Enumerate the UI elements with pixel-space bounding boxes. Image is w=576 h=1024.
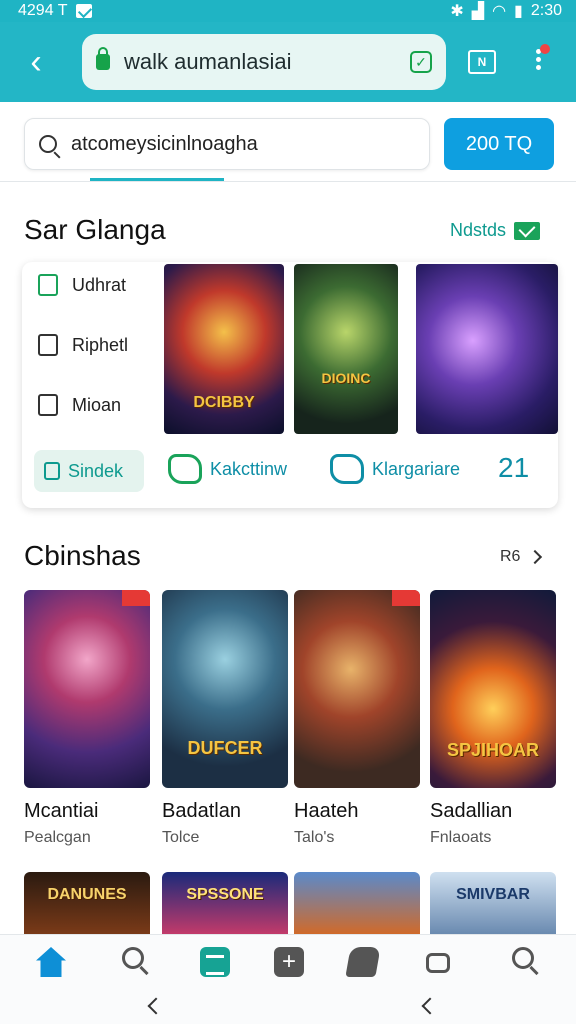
featured-game-image[interactable]: DCIBBY xyxy=(164,264,284,434)
game-image xyxy=(24,590,150,788)
search-query: atcomeysicinlnoagha xyxy=(71,132,258,155)
game-image: SPJIHOAR xyxy=(430,590,556,788)
selected-menu-item[interactable]: Sindek xyxy=(34,450,144,492)
game-image: DUFCER xyxy=(162,590,288,788)
battery-icon: ▮ xyxy=(514,3,523,20)
url-text: walk aumanlasiai xyxy=(124,49,292,74)
game-card[interactable]: Haateh Talo's xyxy=(294,590,420,847)
wifi-icon: ◠ xyxy=(492,3,507,20)
mail-check-icon xyxy=(514,221,541,240)
game-icon[interactable] xyxy=(345,947,381,977)
divider xyxy=(0,181,576,182)
search-icon xyxy=(39,135,57,153)
lock-icon xyxy=(96,47,110,70)
game-name: Sadallian xyxy=(430,800,513,822)
menu-item[interactable]: Udhrat xyxy=(38,274,126,296)
signal-icon: ▟ xyxy=(471,3,485,20)
calendar-icon xyxy=(38,394,58,416)
game-card[interactable]: DUFCER Badatlan Tolce xyxy=(162,590,288,847)
game-name: Haateh xyxy=(294,800,359,822)
bottom-navigation: + xyxy=(0,934,576,1024)
game-subtitle: Tolce xyxy=(162,829,200,846)
featured-game-image[interactable] xyxy=(416,264,558,434)
game-art-title: DUFCER xyxy=(187,738,263,758)
section-link[interactable]: Ndstds xyxy=(450,220,541,241)
list-icon[interactable] xyxy=(200,947,230,977)
menu-item[interactable]: Riphetl xyxy=(38,334,128,356)
puzzle-icon[interactable] xyxy=(426,953,450,973)
menu-item-label: Mioan xyxy=(72,394,122,415)
menu-item-label: Udhrat xyxy=(72,274,127,295)
menu-item-label: Riphetl xyxy=(72,334,129,355)
section-link-label: Ndstds xyxy=(450,220,507,240)
game-image xyxy=(294,590,420,788)
clock: 2:30 xyxy=(530,2,562,19)
selected-label: Sindek xyxy=(68,460,124,481)
game-card[interactable]: Mcantiai Pealcgan xyxy=(24,590,150,847)
app-bar: ‹ walk aumanlasiai ✓ N xyxy=(0,22,576,102)
category-label: Kakcttinw xyxy=(210,458,288,479)
game-art-title: SPSSONE xyxy=(186,886,264,903)
featured-game-title: DIOINC xyxy=(321,370,371,386)
search-input[interactable]: atcomeysicinlnoagha xyxy=(24,118,430,170)
notification-icon xyxy=(75,4,92,18)
category-icon xyxy=(330,454,364,484)
featured-card: Udhrat Riphetl Mioan Sindek DCIBBY DIOIN… xyxy=(22,262,558,508)
game-subtitle: Talo's xyxy=(294,829,335,846)
game-art-title: DANUNES xyxy=(47,886,127,903)
game-art-title: SMIVBAR xyxy=(456,886,530,903)
category-label: Klargariare xyxy=(372,458,461,479)
bluetooth-icon: ✱ xyxy=(450,3,464,20)
hand-icon xyxy=(38,334,58,356)
more-options-icon[interactable] xyxy=(526,44,550,80)
featured-game-image[interactable]: DIOINC xyxy=(294,264,398,434)
search-icon[interactable] xyxy=(122,947,144,969)
game-card[interactable]: SPJIHOAR Sadallian Fnlaoats xyxy=(430,590,556,847)
search-button[interactable]: 200 TQ xyxy=(444,118,554,170)
status-left-text: 4294 T xyxy=(18,2,68,19)
box-icon xyxy=(44,462,60,480)
notification-dot xyxy=(540,44,550,54)
chevron-right-icon xyxy=(528,549,543,565)
new-badge xyxy=(122,590,150,606)
see-more-label: R6 xyxy=(500,548,521,565)
extension-icon[interactable]: N xyxy=(468,50,496,74)
game-image[interactable]: DANUNES xyxy=(24,872,150,934)
game-image[interactable]: SPSSONE xyxy=(162,872,288,934)
game-image[interactable]: SMIVBAR xyxy=(430,872,556,934)
game-name: Badatlan xyxy=(162,800,241,822)
section-title: Cbinshas xyxy=(24,540,141,571)
new-badge xyxy=(392,590,420,606)
search-row: atcomeysicinlnoagha 200 TQ xyxy=(24,118,554,172)
section-title: Sar Glanga xyxy=(24,214,166,245)
edit-icon[interactable]: ✓ xyxy=(410,51,432,73)
category-item[interactable]: Klargariare xyxy=(330,454,460,484)
game-image[interactable] xyxy=(294,872,420,934)
category-count: 21 xyxy=(498,452,530,483)
search-icon[interactable] xyxy=(512,947,534,969)
game-subtitle: Fnlaoats xyxy=(430,829,492,846)
status-bar: 4294 T ✱ ▟ ◠ ▮ 2:30 xyxy=(0,0,576,22)
home-icon[interactable] xyxy=(36,947,66,977)
game-subtitle: Pealcgan xyxy=(24,829,91,846)
url-bar[interactable]: walk aumanlasiai ✓ xyxy=(82,34,446,90)
back-arrow-icon[interactable]: ‹ xyxy=(18,40,54,84)
game-art-title: SPJIHOAR xyxy=(446,740,540,760)
featured-game-title: DCIBBY xyxy=(193,394,255,411)
category-icon xyxy=(168,454,202,484)
add-icon[interactable]: + xyxy=(274,947,304,977)
see-more-link[interactable]: R6 xyxy=(500,548,543,566)
document-icon xyxy=(38,274,58,296)
category-item[interactable]: Kakcttinw xyxy=(168,454,287,484)
menu-item[interactable]: Mioan xyxy=(38,394,121,416)
game-name: Mcantiai xyxy=(24,800,99,822)
